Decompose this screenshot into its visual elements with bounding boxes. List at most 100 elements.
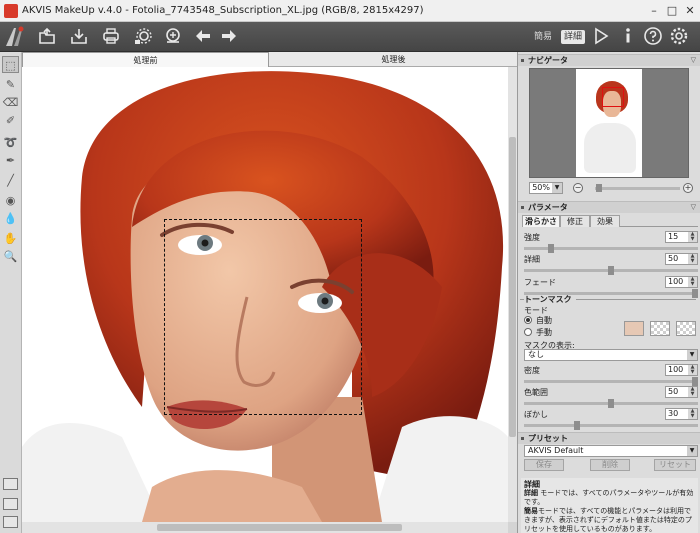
close-button[interactable]: ✕ [682,3,698,19]
tab-smoothing[interactable]: 滑らかさ [522,215,560,227]
tab-effects[interactable]: 効果 [590,215,620,227]
fade-slider-thumb[interactable] [692,289,698,298]
line-tool-icon[interactable]: ╱ [2,172,19,189]
back-arrow-icon[interactable] [192,26,214,48]
preset-delete-button[interactable]: 削除 [590,459,630,471]
batch-settings-icon[interactable] [132,26,154,48]
help-icon[interactable] [642,26,664,48]
fade-input[interactable]: 100 ▲ ▼ [665,276,698,288]
detail-input[interactable]: 50 ▲ ▼ [665,253,698,265]
empty-swatch-2[interactable] [676,321,696,336]
save-icon[interactable] [68,26,90,48]
parameter-tabs: 滑らかさ 修正 効果 [522,215,698,227]
zoom-out-button[interactable]: − [573,183,583,193]
selection-rectangle[interactable] [164,219,362,415]
share-icon[interactable] [162,26,184,48]
main-toolbar: 簡易 詳細 [0,22,700,52]
hand-tool-icon[interactable]: ✋ [2,230,19,247]
eye-tool-icon[interactable]: ◉ [2,192,19,209]
chevron-down-icon[interactable]: ▼ [687,350,697,360]
spin-arrows-icon[interactable]: ▲ ▼ [688,365,697,375]
strength-slider[interactable] [524,244,698,253]
spin-arrows-icon[interactable]: ▲ ▼ [688,387,697,397]
preset-save-button[interactable]: 保存 [524,459,564,471]
open-icon[interactable] [36,26,58,48]
skin-color-swatch[interactable] [624,321,644,336]
spin-arrows-icon[interactable]: ▲ ▼ [688,277,697,287]
zoom-in-button[interactable]: + [683,183,693,193]
presets-header[interactable]: プリセット [518,432,700,444]
detail-slider-thumb[interactable] [608,266,614,275]
vertical-scrollbar[interactable] [508,67,517,522]
strength-input[interactable]: 15 ▲ ▼ [665,231,698,243]
tab-after[interactable]: 処理後 [270,52,517,67]
zoom-select[interactable]: 50% ▼ [529,182,563,194]
navigator-thumbnail [576,69,642,177]
mode-advanced-button[interactable]: 詳細 [561,30,586,44]
preset-select[interactable]: AKVIS Default ▼ [524,445,698,457]
collapse-icon[interactable]: ▽ [691,202,696,213]
strength-slider-thumb[interactable] [548,244,554,253]
parameters-header[interactable]: パラメータ ▽ [518,201,700,213]
paint-tool-icon[interactable]: ✒ [2,152,19,169]
zoom-slider[interactable] [595,184,680,192]
akvis-logo-icon [6,26,24,46]
density-slider-thumb[interactable] [692,377,698,386]
blur-label: ぼかし [524,410,548,419]
navigator-header[interactable]: ナビゲータ ▽ [518,54,700,66]
density-slider[interactable] [524,377,698,386]
info-icon[interactable] [617,26,639,48]
spin-arrows-icon[interactable]: ▲ ▼ [688,409,697,419]
mode-simple-button[interactable]: 簡易 [531,30,555,44]
spin-arrows-icon[interactable]: ▲ ▼ [688,254,697,264]
lasso-tool-icon[interactable]: ➰ [2,134,19,151]
app-icon [4,4,18,18]
split-view-toggle-icon[interactable] [3,498,18,510]
navigator-preview[interactable] [529,68,689,178]
detail-label: 詳細 [524,255,540,264]
color-range-input[interactable]: 50 ▲ ▼ [665,386,698,398]
mode-auto-radio[interactable] [524,316,532,324]
horizontal-scroll-thumb[interactable] [157,524,402,531]
empty-swatch-1[interactable] [650,321,670,336]
print-icon[interactable] [100,26,122,48]
view-tabs: 処理前 処理後 [22,52,517,67]
selection-tool-icon[interactable]: ⬚ [2,56,19,73]
gear-icon[interactable] [668,26,690,48]
zoom-tool-icon[interactable]: 🔍 [2,248,19,265]
color-swatch-icon[interactable] [3,516,18,528]
tab-correction[interactable]: 修正 [560,215,590,227]
color-range-slider[interactable] [524,399,698,408]
help-text-2: 簡易モードでは、すべての機能とパラメータは利用できますが、表示されずにデフォルト… [524,507,692,533]
run-icon[interactable] [590,26,612,48]
navigator-viewport-rect[interactable] [602,87,624,107]
tab-before[interactable]: 処理前 [22,52,269,67]
pencil-tool-icon[interactable]: ✐ [2,112,19,129]
blur-slider-thumb[interactable] [574,421,580,430]
horizontal-scrollbar[interactable] [22,522,508,533]
blur-slider[interactable] [524,421,698,430]
maximize-button[interactable]: □ [664,3,680,19]
color-range-slider-thumb[interactable] [608,399,614,408]
minimize-button[interactable]: – [646,3,662,19]
chevron-down-icon[interactable]: ▼ [687,446,697,456]
mode-auto-label: 自動 [536,316,552,325]
density-input[interactable]: 100 ▲ ▼ [665,364,698,376]
brush-tool-icon[interactable]: ✎ [2,76,19,93]
preset-reset-button[interactable]: リセット [654,459,696,471]
detail-slider[interactable] [524,266,698,275]
image-canvas[interactable] [22,67,508,522]
vertical-scroll-thumb[interactable] [509,137,516,437]
before-view-toggle-icon[interactable] [3,478,18,490]
spin-arrows-icon[interactable]: ▲ ▼ [688,232,697,242]
mode-manual-radio[interactable] [524,328,532,336]
eraser-tool-icon[interactable]: ⌫ [2,94,19,111]
chevron-down-icon[interactable]: ▼ [552,183,562,193]
mask-display-select[interactable]: なし ▼ [524,349,698,361]
collapse-icon[interactable]: ▽ [691,55,696,66]
forward-arrow-icon[interactable] [218,26,240,48]
zoom-slider-thumb[interactable] [596,184,602,192]
blur-input[interactable]: 30 ▲ ▼ [665,408,698,420]
drop-tool-icon[interactable]: 💧 [2,210,19,227]
density-label: 密度 [524,366,540,375]
